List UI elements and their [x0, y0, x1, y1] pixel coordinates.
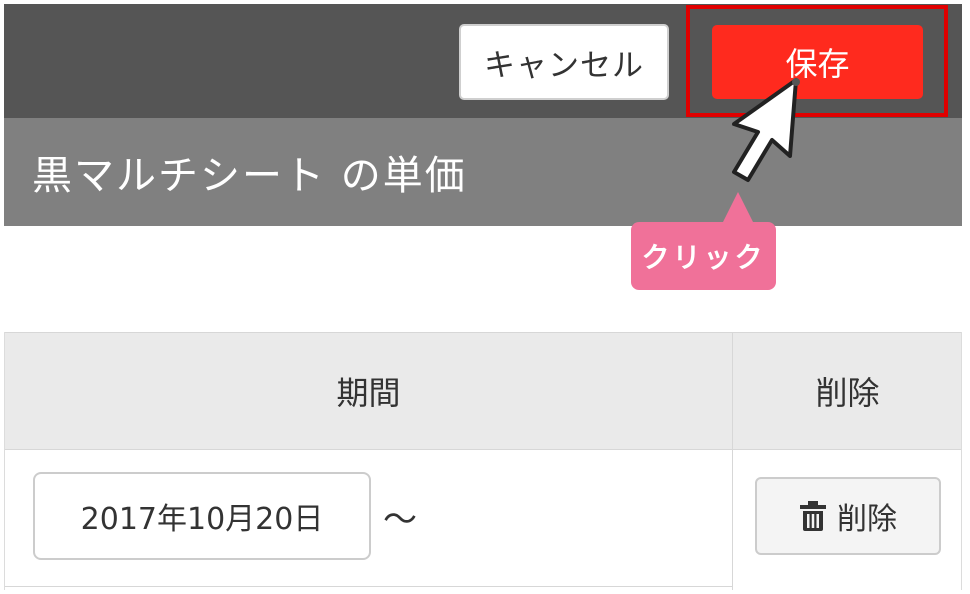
- cancel-button[interactable]: キャンセル: [459, 24, 669, 100]
- page-title: 黒マルチシート の単価: [32, 153, 467, 199]
- range-separator: 〜: [383, 500, 417, 540]
- table-header: 期間 削除: [5, 332, 961, 450]
- column-header-period: 期間: [336, 374, 401, 412]
- price-table: 期間 削除 2017年10月20日 〜 削除: [4, 332, 962, 590]
- mouse-pointer-icon: [732, 78, 800, 182]
- tooltip-tail: [722, 192, 754, 224]
- column-divider: [732, 450, 733, 590]
- start-date-input[interactable]: 2017年10月20日: [33, 472, 371, 560]
- click-tooltip: クリック: [631, 222, 776, 290]
- trash-icon: [800, 501, 826, 531]
- column-header-delete: 削除: [732, 333, 962, 449]
- delete-row-button[interactable]: 削除: [755, 477, 941, 555]
- title-bar: 黒マルチシート の単価: [4, 118, 962, 226]
- row-divider: [5, 586, 732, 587]
- delete-button-label: 削除: [837, 502, 897, 537]
